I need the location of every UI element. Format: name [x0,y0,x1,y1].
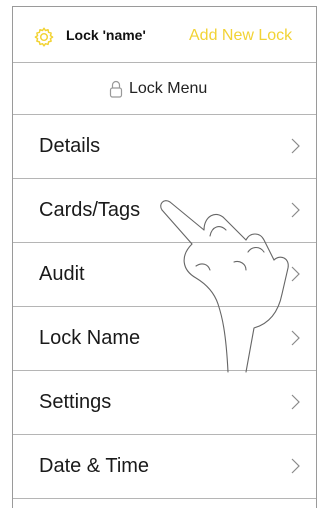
add-new-lock-link[interactable]: Add New Lock [189,27,292,45]
menu-item-label: Cards/Tags [39,199,141,221]
menu-item-audit[interactable]: Audit [13,243,316,307]
chevron-right-icon [291,138,300,154]
menu-item-label: Settings [39,391,112,413]
chevron-right-icon [291,394,300,410]
menu-item-label: Details [39,135,101,157]
menu-item-settings[interactable]: Settings [13,371,316,435]
app-header: Lock 'name' Add New Lock [13,7,316,63]
chevron-right-icon [291,266,300,282]
lock-name-title: Lock 'name' [66,27,146,43]
chevron-right-icon [291,202,300,218]
menu-item-details[interactable]: Details [13,115,316,179]
menu-item-label: Date & Time [39,455,150,477]
menu-item-lock-name[interactable]: Lock Name [13,307,316,371]
menu-item-date-time[interactable]: Date & Time [13,435,316,499]
menu-item-label: Audit [39,263,85,285]
chevron-right-icon [291,330,300,346]
menu-item-label: Lock Name [39,327,141,349]
lock-menu-label: Lock Menu [129,80,208,97]
menu-item-cards-tags[interactable]: Cards/Tags [13,179,316,243]
padlock-icon [109,80,123,98]
lock-menu-list: Details Cards/Tags Audit Lock Name Setti… [13,115,316,499]
chevron-right-icon [291,458,300,474]
lock-menu-header: Lock Menu [13,63,316,115]
gear-icon[interactable] [33,26,55,48]
lock-app-screen: Lock 'name' Add New Lock Lock Menu Detai… [12,6,317,508]
